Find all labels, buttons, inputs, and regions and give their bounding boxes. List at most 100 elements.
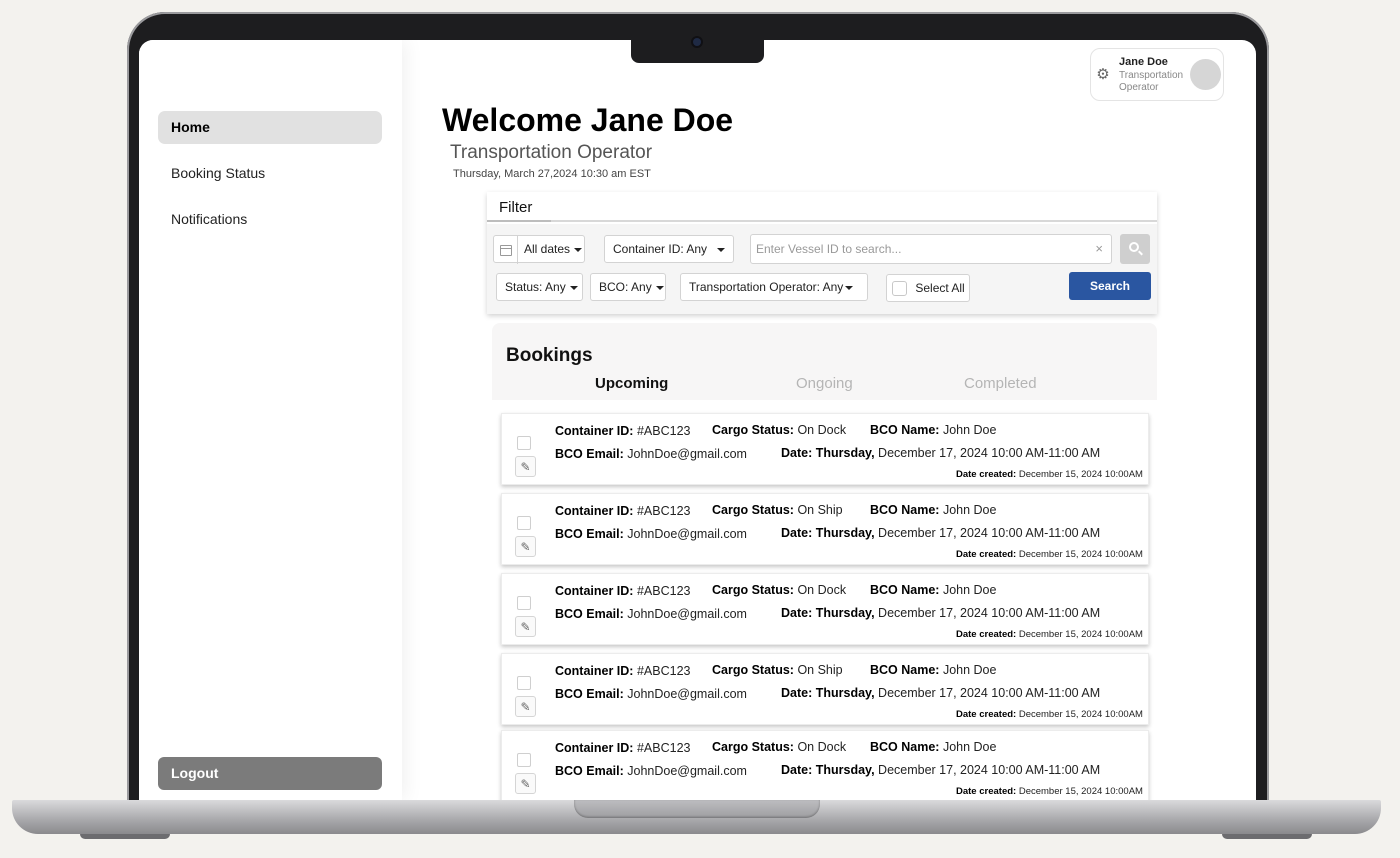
date-day: Thursday, [815,446,875,460]
logout-button[interactable]: Logout [158,757,382,790]
table-row[interactable]: ✎ Container ID: #ABC123 Cargo Status: On D… [501,413,1149,485]
chevron-down-icon [717,247,726,252]
tab-completed[interactable]: Completed [964,375,1037,392]
date-created-field: Date created: December 15, 2024 10:00AM [956,629,1143,640]
select-all-label: Select All [915,281,965,295]
search-button[interactable]: Search [1069,272,1151,300]
cargo-status-field: Cargo Status: On Ship [712,503,843,517]
cargo-status-label: Cargo Status: [712,503,794,517]
row-checkbox[interactable] [517,676,531,690]
container-id-value: #ABC123 [636,584,691,598]
user-role: Transportation Operator [1119,70,1184,93]
date-label: Date: [781,763,813,777]
tab-ongoing[interactable]: Ongoing [796,375,853,392]
search-icon-button[interactable] [1120,234,1150,264]
camera-icon [693,38,701,46]
container-id-value: #ABC123 [636,504,691,518]
app-screen: Home Booking Status Notifications Logout… [139,40,1256,800]
transportation-operator-dropdown[interactable]: Transportation Operator: Any [680,273,868,301]
status-dropdown[interactable]: Status: Any [496,273,583,301]
date-created-value: December 15, 2024 10:00AM [1018,549,1143,560]
container-id-label: Container ID: [555,664,634,678]
bco-dropdown[interactable]: BCO: Any [590,273,666,301]
date-day: Thursday, [815,686,875,700]
table-row[interactable]: ✎ Container ID: #ABC123 Cargo Status: On D… [501,730,1149,800]
edit-icon[interactable]: ✎ [515,536,536,557]
page-subtitle: Transportation Operator [450,142,653,163]
container-id-value: #ABC123 [636,741,691,755]
bco-email-field: BCO Email: JohnDoe@gmail.com [555,607,747,621]
date-label: Date: [781,446,813,460]
row-checkbox[interactable] [517,516,531,530]
user-profile-card[interactable]: ⚙ Jane Doe Transportation Operator [1090,48,1224,101]
sidebar-item-notifications[interactable]: Notifications [158,203,382,236]
date-value: December 17, 2024 10:00 AM-11:00 AM [878,526,1101,540]
chevron-down-icon [574,247,583,252]
laptop-foot-right [1222,834,1312,839]
camera-notch [631,38,764,63]
date-created-label: Date created: [956,469,1017,480]
cargo-status-field: Cargo Status: On Dock [712,423,846,437]
sidebar-item-home[interactable]: Home [158,111,382,144]
date-field: Date: Thursday, December 17, 2024 10:00 … [781,606,1100,620]
dates-dropdown[interactable]: All dates [493,235,585,264]
container-id-field: Container ID: #ABC123 [555,741,690,755]
date-value: December 17, 2024 10:00 AM-11:00 AM [878,763,1101,777]
search-icon-handle [1138,250,1143,256]
container-id-label: Container ID: [555,741,634,755]
date-created-value: December 15, 2024 10:00AM [1018,786,1143,797]
table-row[interactable]: ✎ Container ID: #ABC123 Cargo Status: On D… [501,573,1149,645]
bco-name-label: BCO Name: [870,740,940,754]
date-value: December 17, 2024 10:00 AM-11:00 AM [878,446,1101,460]
date-created-label: Date created: [956,629,1017,640]
edit-icon[interactable]: ✎ [515,456,536,477]
chevron-down-icon [569,285,578,290]
avatar[interactable] [1190,59,1221,90]
container-id-dropdown[interactable]: Container ID: Any [604,235,734,263]
filter-panel: Filter All dates Container ID: Any Enter… [487,192,1157,314]
laptop-base-notch [574,800,820,818]
row-checkbox[interactable] [517,596,531,610]
bco-name-field: BCO Name: John Doe [870,740,996,754]
container-id-value: #ABC123 [636,424,691,438]
current-datetime: Thursday, March 27,2024 10:30 am EST [453,168,651,180]
sidebar: Home Booking Status Notifications Logout [139,40,402,800]
status-dropdown-label: Status: Any [505,280,566,294]
bco-email-label: BCO Email: [555,764,624,778]
bco-name-field: BCO Name: John Doe [870,663,996,677]
container-id-label: Container ID: [555,584,634,598]
select-all-checkbox[interactable]: Select All [886,274,970,302]
date-label: Date: [781,686,813,700]
row-checkbox[interactable] [517,753,531,767]
table-row[interactable]: ✎ Container ID: #ABC123 Cargo Status: On S… [501,493,1149,565]
date-created-field: Date created: December 15, 2024 10:00AM [956,469,1143,480]
container-id-field: Container ID: #ABC123 [555,584,690,598]
container-id-field: Container ID: #ABC123 [555,664,690,678]
table-row[interactable]: ✎ Container ID: #ABC123 Cargo Status: On S… [501,653,1149,725]
select-all-box[interactable] [892,281,907,297]
user-name: Jane Doe [1119,56,1168,68]
date-field: Date: Thursday, December 17, 2024 10:00 … [781,526,1100,540]
sidebar-item-booking-status[interactable]: Booking Status [158,157,382,190]
bco-name-value: John Doe [942,663,997,677]
date-created-field: Date created: December 15, 2024 10:00AM [956,709,1143,720]
chevron-down-icon [845,285,854,290]
bco-name-field: BCO Name: John Doe [870,503,996,517]
cargo-status-label: Cargo Status: [712,423,794,437]
vessel-search-input[interactable]: Enter Vessel ID to search... × [750,234,1112,264]
tab-upcoming[interactable]: Upcoming [595,375,668,392]
cargo-status-value: On Ship [797,663,843,677]
edit-icon[interactable]: ✎ [515,616,536,637]
vessel-search-placeholder: Enter Vessel ID to search... [756,242,902,256]
row-checkbox[interactable] [517,436,531,450]
cargo-status-value: On Dock [797,740,847,754]
bco-email-value: JohnDoe@gmail.com [627,607,747,621]
edit-icon[interactable]: ✎ [515,773,536,794]
date-day: Thursday, [815,526,875,540]
gear-icon[interactable]: ⚙ [1095,67,1111,83]
bco-name-value: John Doe [942,583,997,597]
edit-icon[interactable]: ✎ [515,696,536,717]
calendar-icon [494,236,518,264]
clear-icon[interactable]: × [1095,235,1103,263]
date-field: Date: Thursday, December 17, 2024 10:00 … [781,686,1100,700]
